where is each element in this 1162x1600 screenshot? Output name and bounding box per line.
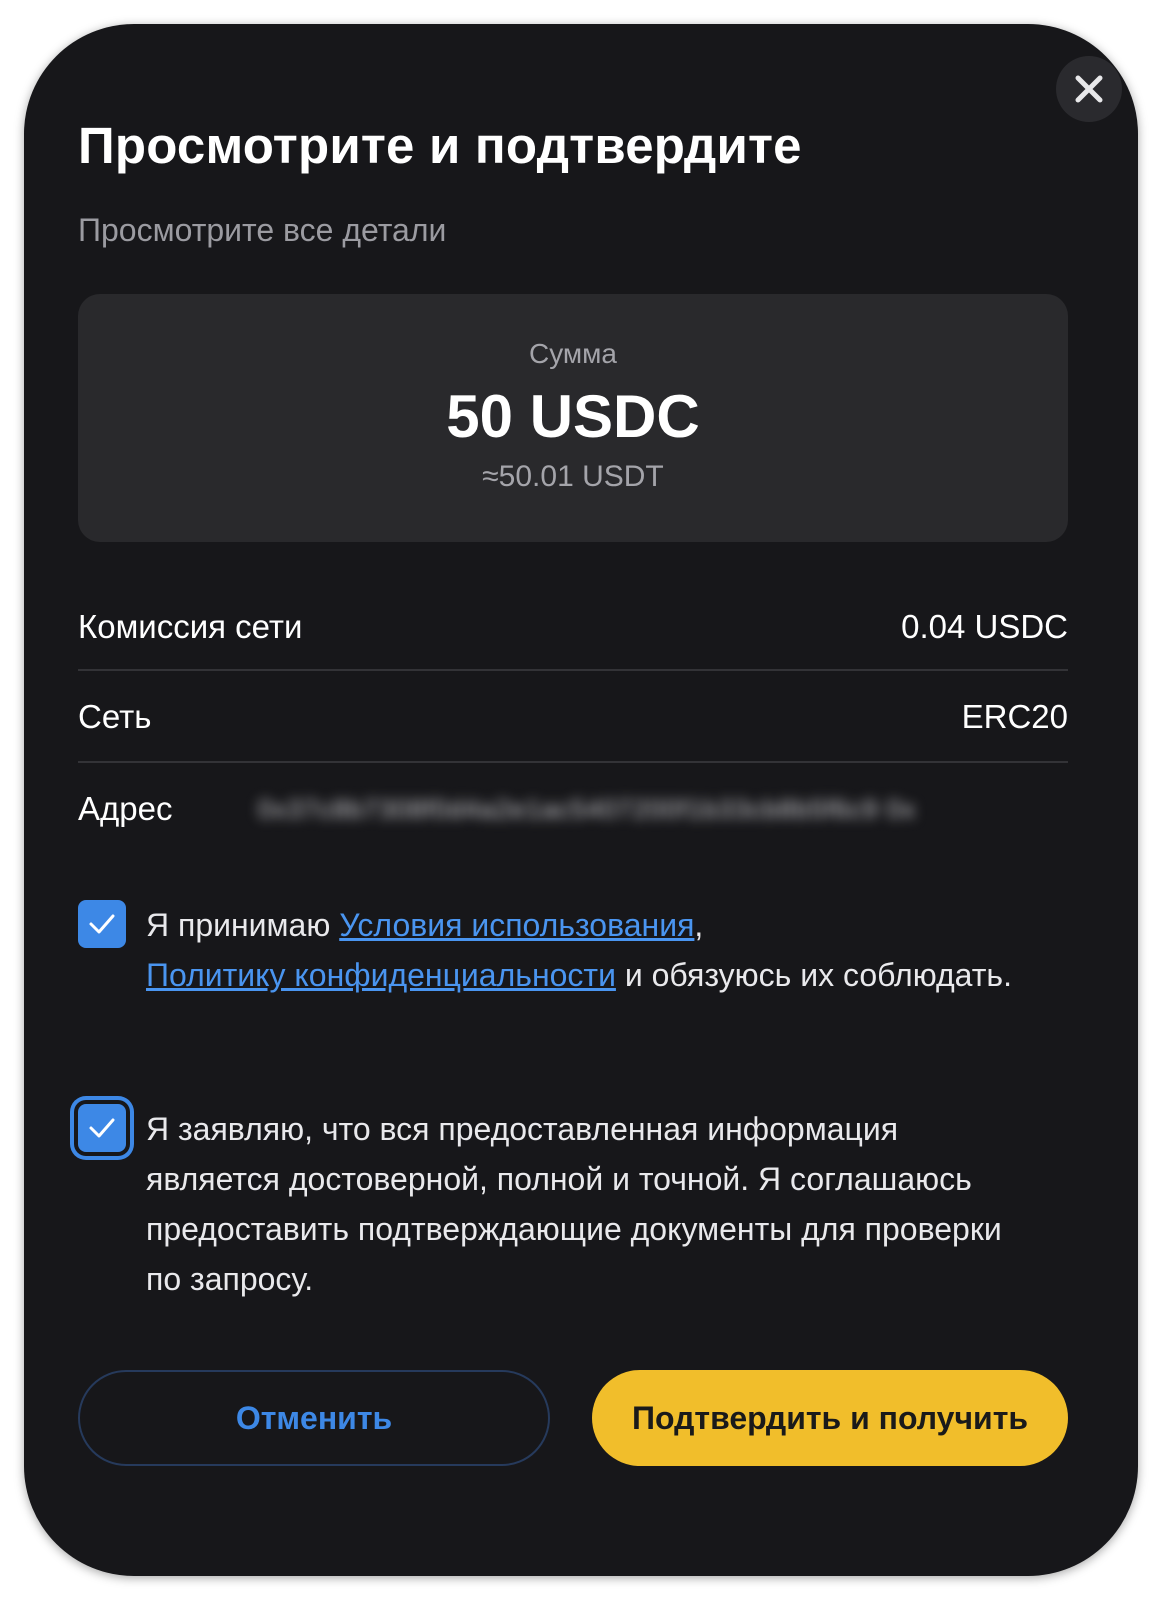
amount-value: 50 USDC: [446, 383, 700, 450]
amount-label: Сумма: [529, 338, 617, 369]
terms-of-use-link[interactable]: Условия использования: [339, 907, 694, 943]
address-row: Адрес 0x37c8b7308f0d4a2e1ac5407200f1b33c…: [78, 780, 1068, 840]
network-row: Сеть ERC20: [78, 688, 1068, 748]
network-value: ERC20: [961, 698, 1068, 735]
review-confirm-dialog: Просмотрите и подтвердите Просмотрите вс…: [24, 24, 1138, 1576]
amount-approx-value: ≈50.01 USDT: [482, 460, 664, 493]
privacy-policy-link[interactable]: Политику конфиденциальности: [146, 957, 616, 993]
terms-checkbox[interactable]: [78, 900, 126, 948]
cancel-button[interactable]: Отменить: [78, 1370, 550, 1466]
network-label: Сеть: [78, 698, 152, 735]
dialog-title: Просмотрите и подтвердите: [78, 117, 802, 174]
address-value-blurred: 0x37c8b7308f0d4a2e1ac5407200f1b33cb8b5f6…: [258, 794, 916, 824]
confirm-receive-button[interactable]: Подтвердить и получить: [592, 1370, 1068, 1466]
checkmark-icon: [89, 1118, 115, 1138]
terms-prefix: Я принимаю: [146, 907, 340, 943]
divider: [78, 761, 1068, 763]
declaration-checkbox[interactable]: [78, 1104, 126, 1152]
checkmark-icon: [89, 914, 115, 934]
close-button[interactable]: [1056, 56, 1122, 122]
amount-card: Сумма 50 USDC ≈50.01 USDT: [78, 294, 1068, 542]
address-label: Адрес: [78, 790, 173, 827]
network-fee-value: 0.04 USDC: [901, 608, 1068, 645]
network-fee-row: Комиссия сети 0.04 USDC: [78, 598, 1068, 658]
network-fee-label: Комиссия сети: [78, 608, 303, 645]
dialog-subtitle: Просмотрите все детали: [78, 212, 447, 248]
divider: [78, 669, 1068, 671]
terms-suffix: и обязуюсь их соблюдать.: [615, 957, 1012, 993]
declaration-text: Я заявляю, что вся предоставленная инфор…: [146, 1111, 1002, 1297]
terms-consent-text: Я принимаю Условия использования, Политик…: [146, 900, 1026, 1000]
terms-comma: ,: [694, 907, 704, 943]
close-icon: [1075, 75, 1103, 103]
